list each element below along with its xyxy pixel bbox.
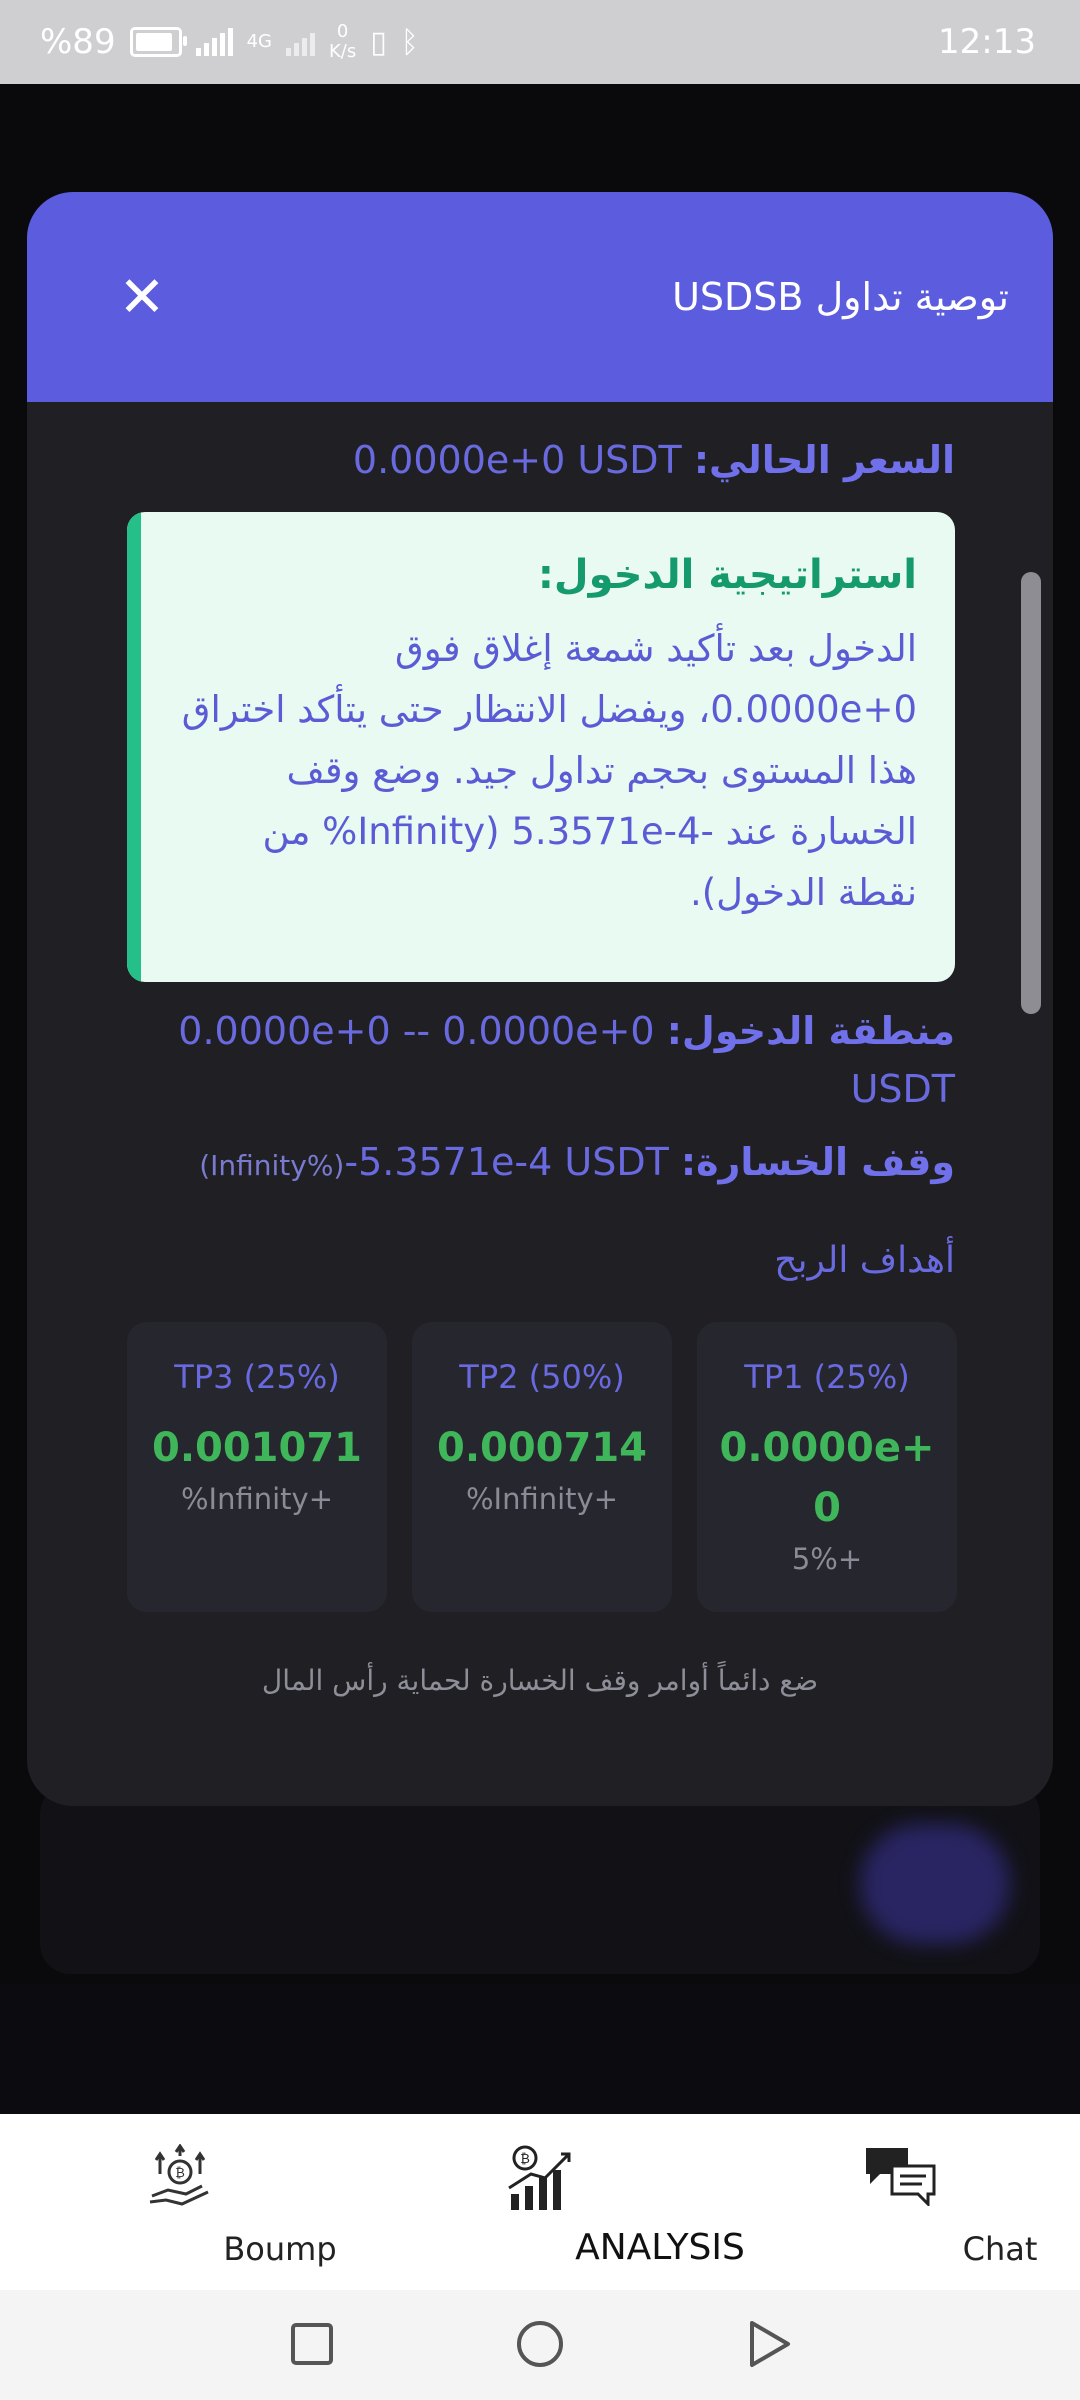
battery-percent: %89 xyxy=(40,22,116,62)
current-price-value: 0.0000e+0 USDT xyxy=(352,438,682,482)
close-button[interactable]: ✕ xyxy=(107,262,177,332)
strategy-accent-bar xyxy=(127,512,141,982)
target-label: TP1 (25%) xyxy=(744,1358,910,1396)
stop-loss-percent: (Infinity%) xyxy=(199,1149,345,1182)
back-button[interactable] xyxy=(742,2318,798,2374)
hand-coin-growth-icon: ₿ xyxy=(146,2143,214,2214)
nav-boump[interactable]: ₿ Boump xyxy=(80,2114,337,2290)
profit-targets: TP1 (25%) 0.0000e+0 5%+ TP2 (50%) 0.0007… xyxy=(127,1322,957,1612)
bottom-nav: ₿ Boump ₿ ANALYSIS Chat xyxy=(0,2114,1080,2290)
svg-text:₿: ₿ xyxy=(175,2166,185,2181)
strategy-body: الدخول بعد تأكيد شمعة إغلاق فوق 0.0000e+… xyxy=(181,627,917,914)
modal-content[interactable]: السعر الحالي: 0.0000e+0 USDT استراتيجية … xyxy=(27,402,1053,1806)
battery-icon xyxy=(129,27,187,57)
trade-recommendation-modal: توصية تداول USDSB ✕ السعر الحالي: 0.0000… xyxy=(27,192,1053,1806)
entry-zone-label: منطقة الدخول: xyxy=(666,1009,955,1053)
target-price: 0.001071 xyxy=(151,1425,363,1471)
stop-loss-label: وقف الخسارة: xyxy=(680,1140,955,1184)
nav-boump-label: Boump xyxy=(223,2230,337,2268)
disclaimer-text: ضع دائماً أوامر وقف الخسارة لحماية رأس ا… xyxy=(261,1664,819,1697)
target-label: TP2 (50%) xyxy=(459,1358,625,1396)
chat-bubbles-icon xyxy=(862,2144,938,2210)
signal-2-icon xyxy=(285,28,315,56)
target-card-tp1: TP1 (25%) 0.0000e+0 5%+ xyxy=(697,1322,957,1612)
target-percent: 5%+ xyxy=(791,1542,863,1576)
nav-chat[interactable]: Chat xyxy=(800,2114,1037,2290)
target-card-tp2: TP2 (50%) 0.000714 %Infinity+ xyxy=(412,1322,672,1612)
stop-loss-value: (Infinity%)-5.3571e-4 USDT xyxy=(199,1140,669,1184)
background-fab xyxy=(860,1824,1010,1944)
svg-text:₿: ₿ xyxy=(520,2152,530,2167)
entry-zone-row: منطقة الدخول: 0.0000e+0 -- 0.0000e+0 USD… xyxy=(135,1002,955,1118)
status-left: %89 4G 0 K/s ▯ ᛒ xyxy=(40,0,419,84)
bitcoin-chart-icon: ₿ xyxy=(503,2144,577,2218)
clock: 12:13 xyxy=(938,22,1036,62)
nav-chat-label: Chat xyxy=(962,2230,1038,2268)
circle-icon xyxy=(515,2319,565,2373)
modal-title: توصية تداول USDSB xyxy=(672,275,1009,319)
scrollbar[interactable] xyxy=(1021,572,1041,1014)
nav-analysis[interactable]: ₿ ANALYSIS xyxy=(420,2114,745,2290)
square-icon xyxy=(290,2322,334,2370)
target-percent: %Infinity+ xyxy=(465,1482,619,1516)
system-nav-bar xyxy=(0,2290,1080,2400)
strategy-title: استراتيجية الدخول: xyxy=(537,552,917,598)
signal-icon xyxy=(195,28,233,56)
recents-button[interactable] xyxy=(284,2318,340,2374)
target-percent: %Infinity+ xyxy=(180,1482,334,1516)
profit-targets-heading: أهداف الربح xyxy=(774,1240,955,1281)
current-price-label: السعر الحالي: xyxy=(693,438,955,482)
target-price: 0.0000e+0 xyxy=(719,1425,935,1531)
status-bar: %89 4G 0 K/s ▯ ᛒ 12:13 xyxy=(0,0,1080,84)
target-price: 0.000714 xyxy=(436,1425,648,1471)
network-speed: 0 K/s xyxy=(328,21,357,62)
nav-analysis-label: ANALYSIS xyxy=(575,2227,745,2268)
stop-loss-row: وقف الخسارة: (Infinity%)-5.3571e-4 USDT xyxy=(199,1140,955,1184)
modal-header: توصية تداول USDSB ✕ xyxy=(27,192,1053,402)
vibrate-icon: ▯ xyxy=(370,24,387,60)
triangle-icon xyxy=(747,2319,793,2373)
entry-strategy-box: استراتيجية الدخول: الدخول بعد تأكيد شمعة… xyxy=(127,512,955,982)
network-type: 4G xyxy=(246,31,272,52)
target-label: TP3 (25%) xyxy=(174,1358,340,1396)
current-price-row: السعر الحالي: 0.0000e+0 USDT xyxy=(353,438,955,482)
home-button[interactable] xyxy=(512,2318,568,2374)
target-card-tp3: TP3 (25%) 0.001071 %Infinity+ xyxy=(127,1322,387,1612)
close-icon: ✕ xyxy=(118,264,166,330)
bluetooth-icon: ᛒ xyxy=(400,24,419,60)
